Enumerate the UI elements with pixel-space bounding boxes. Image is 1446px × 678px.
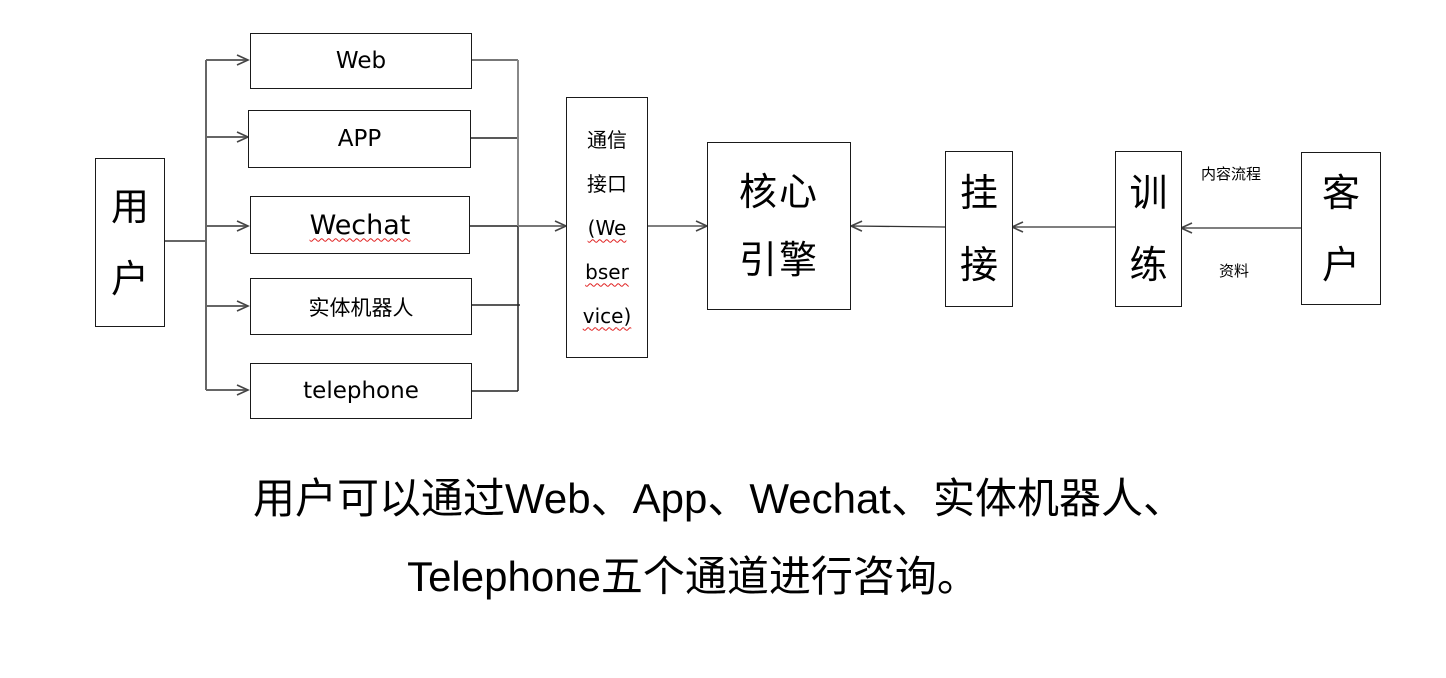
channel-wechat-label: Wechat (309, 209, 411, 241)
channel-app-label: APP (337, 126, 382, 152)
user-char: 户 (110, 256, 149, 301)
mount-box: 挂 接 (945, 151, 1013, 307)
edge-label-content-flow: 内容流程 (1201, 165, 1262, 183)
edge-label-materials: 资料 (1219, 262, 1250, 280)
comm-interface-line: bser (585, 259, 629, 284)
training-char: 训 (1129, 171, 1168, 215)
arrow-mount-to-core (849, 220, 946, 232)
core-engine-line: 引擎 (738, 238, 819, 282)
comm-interface-line: (We (587, 215, 627, 240)
channel-web-label: Web (335, 48, 387, 74)
channel-wechat-box: Wechat (250, 196, 470, 254)
caption-line-2: Telephone五个通道进行咨询。 (407, 553, 979, 600)
caption-line-1: 用户可以通过Web、App、Wechat、实体机器人、 (253, 475, 1185, 522)
training-box: 训 练 (1115, 151, 1182, 307)
core-engine-line: 核心 (738, 170, 819, 214)
channel-web-box: Web (250, 33, 472, 89)
core-engine-box: 核心 引擎 (707, 142, 851, 310)
user-char: 用 (110, 184, 149, 229)
mount-char: 接 (959, 243, 998, 287)
customer-box: 客 户 (1301, 152, 1381, 305)
customer-char: 客 (1321, 170, 1360, 215)
channel-robot-box: 实体机器人 (250, 278, 472, 335)
comm-interface-line: 通信 (587, 127, 627, 152)
training-char: 练 (1129, 243, 1168, 287)
channel-app-box: APP (248, 110, 471, 168)
channel-telephone-label: telephone (303, 378, 419, 404)
channel-robot-label: 实体机器人 (308, 295, 414, 320)
user-box: 用 户 (95, 158, 165, 327)
comm-interface-line: 接口 (587, 171, 627, 196)
mount-char: 挂 (959, 171, 998, 215)
customer-char: 户 (1321, 242, 1360, 287)
comm-interface-line: vice) (582, 303, 632, 328)
channel-telephone-box: telephone (250, 363, 472, 419)
comm-interface-box: 通信 接口 (We bser vice) (566, 97, 648, 358)
